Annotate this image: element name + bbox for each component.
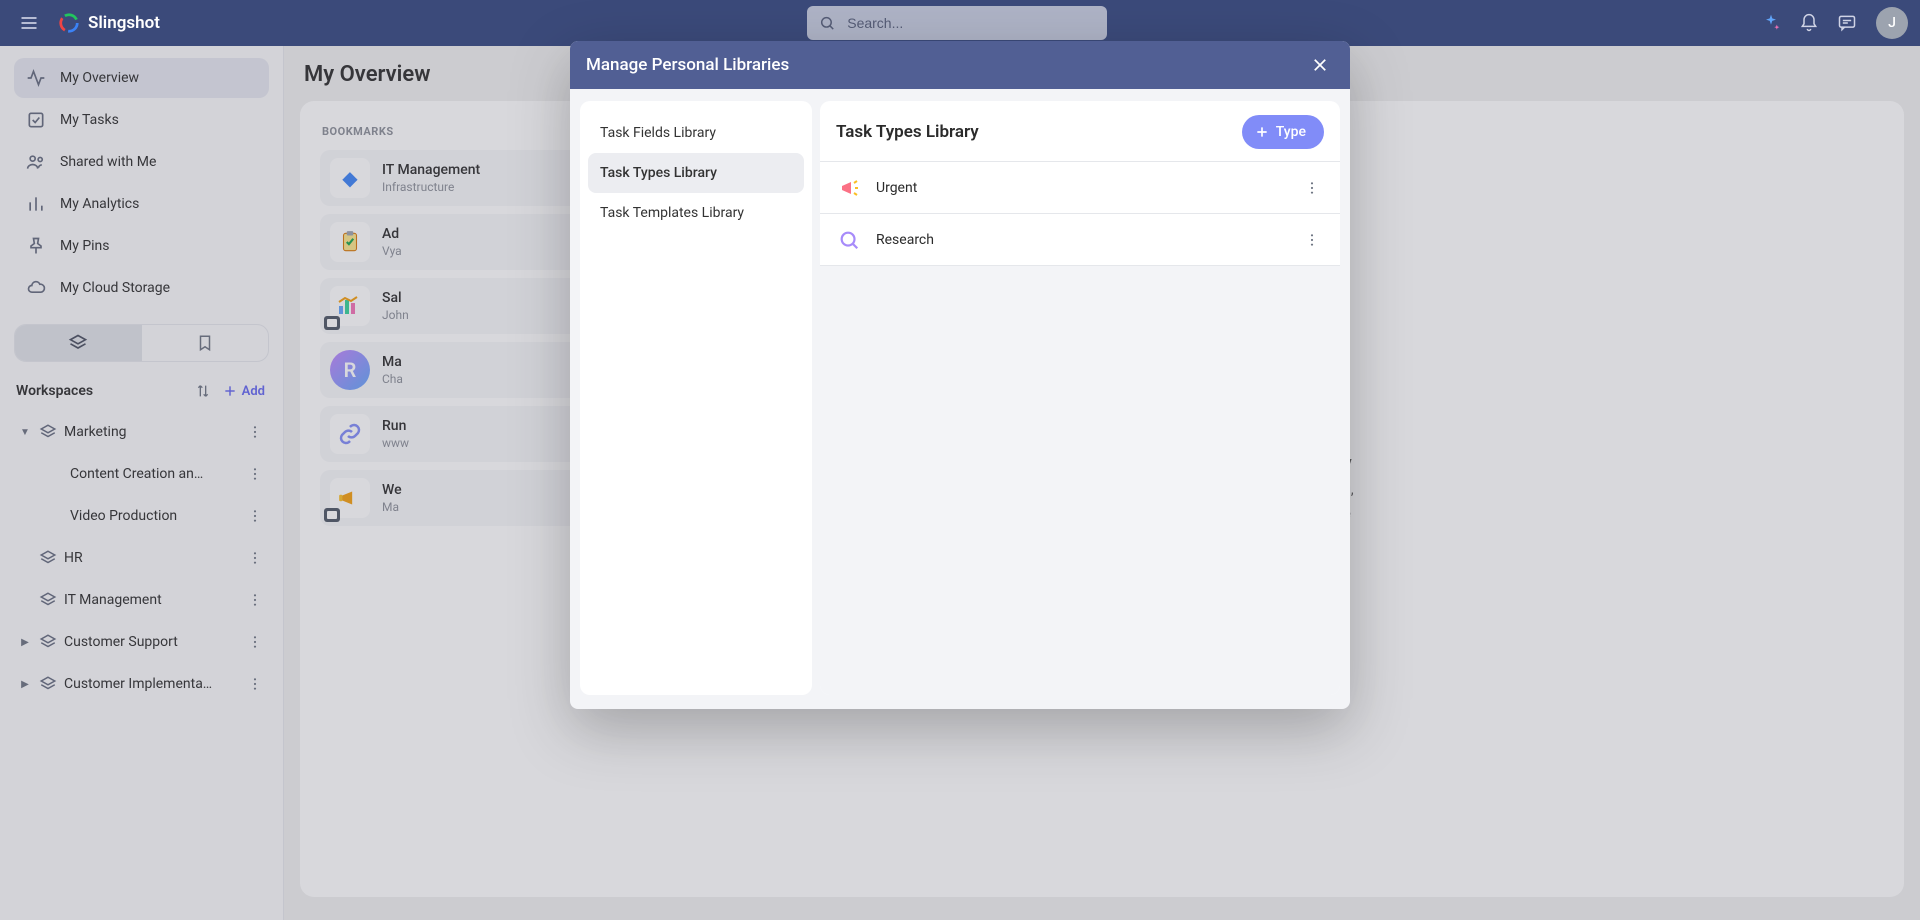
hamburger-icon bbox=[19, 13, 39, 33]
close-icon bbox=[1311, 56, 1329, 74]
logo-mark-icon bbox=[58, 12, 80, 34]
app-name: Slingshot bbox=[88, 13, 160, 33]
library-nav: Task Fields Library Task Types Library T… bbox=[580, 101, 812, 695]
more-vertical-icon bbox=[1304, 180, 1320, 196]
global-search[interactable] bbox=[807, 6, 1107, 40]
top-bar: Slingshot J bbox=[0, 0, 1920, 46]
bell-icon bbox=[1799, 13, 1819, 33]
manage-libraries-modal: Manage Personal Libraries Task Fields Li… bbox=[570, 41, 1350, 709]
modal-overlay[interactable]: Manage Personal Libraries Task Fields Li… bbox=[0, 46, 1920, 920]
task-type-label: Urgent bbox=[876, 180, 1286, 196]
ai-sparkle-button[interactable] bbox=[1754, 6, 1788, 40]
task-type-label: Research bbox=[876, 232, 1286, 248]
row-more-button[interactable] bbox=[1300, 176, 1324, 200]
modal-title: Manage Personal Libraries bbox=[586, 55, 789, 75]
library-nav-templates[interactable]: Task Templates Library bbox=[588, 193, 804, 233]
search-input[interactable] bbox=[845, 14, 1095, 32]
notifications-button[interactable] bbox=[1792, 6, 1826, 40]
library-empty-area bbox=[820, 266, 1340, 695]
add-type-button[interactable]: Type bbox=[1242, 115, 1324, 149]
search-icon bbox=[836, 227, 862, 253]
app-logo[interactable]: Slingshot bbox=[58, 12, 160, 34]
sparkle-icon bbox=[1761, 13, 1781, 33]
task-type-row-research[interactable]: Research bbox=[820, 214, 1340, 266]
modal-header: Manage Personal Libraries bbox=[570, 41, 1350, 89]
task-type-row-urgent[interactable]: Urgent bbox=[820, 162, 1340, 214]
megaphone-icon bbox=[836, 175, 862, 201]
row-more-button[interactable] bbox=[1300, 228, 1324, 252]
user-avatar[interactable]: J bbox=[1876, 7, 1908, 39]
library-content-title: Task Types Library bbox=[836, 122, 979, 142]
library-nav-fields[interactable]: Task Fields Library bbox=[588, 113, 804, 153]
plus-icon bbox=[1254, 124, 1270, 140]
avatar-initial: J bbox=[1888, 15, 1896, 31]
chat-button[interactable] bbox=[1830, 6, 1864, 40]
library-nav-types[interactable]: Task Types Library bbox=[588, 153, 804, 193]
modal-close-button[interactable] bbox=[1306, 51, 1334, 79]
search-icon bbox=[819, 14, 835, 32]
add-type-label: Type bbox=[1276, 124, 1306, 140]
library-content: Task Types Library Type Urgent bbox=[820, 101, 1340, 695]
chat-icon bbox=[1837, 13, 1857, 33]
hamburger-menu-button[interactable] bbox=[12, 6, 46, 40]
more-vertical-icon bbox=[1304, 232, 1320, 248]
